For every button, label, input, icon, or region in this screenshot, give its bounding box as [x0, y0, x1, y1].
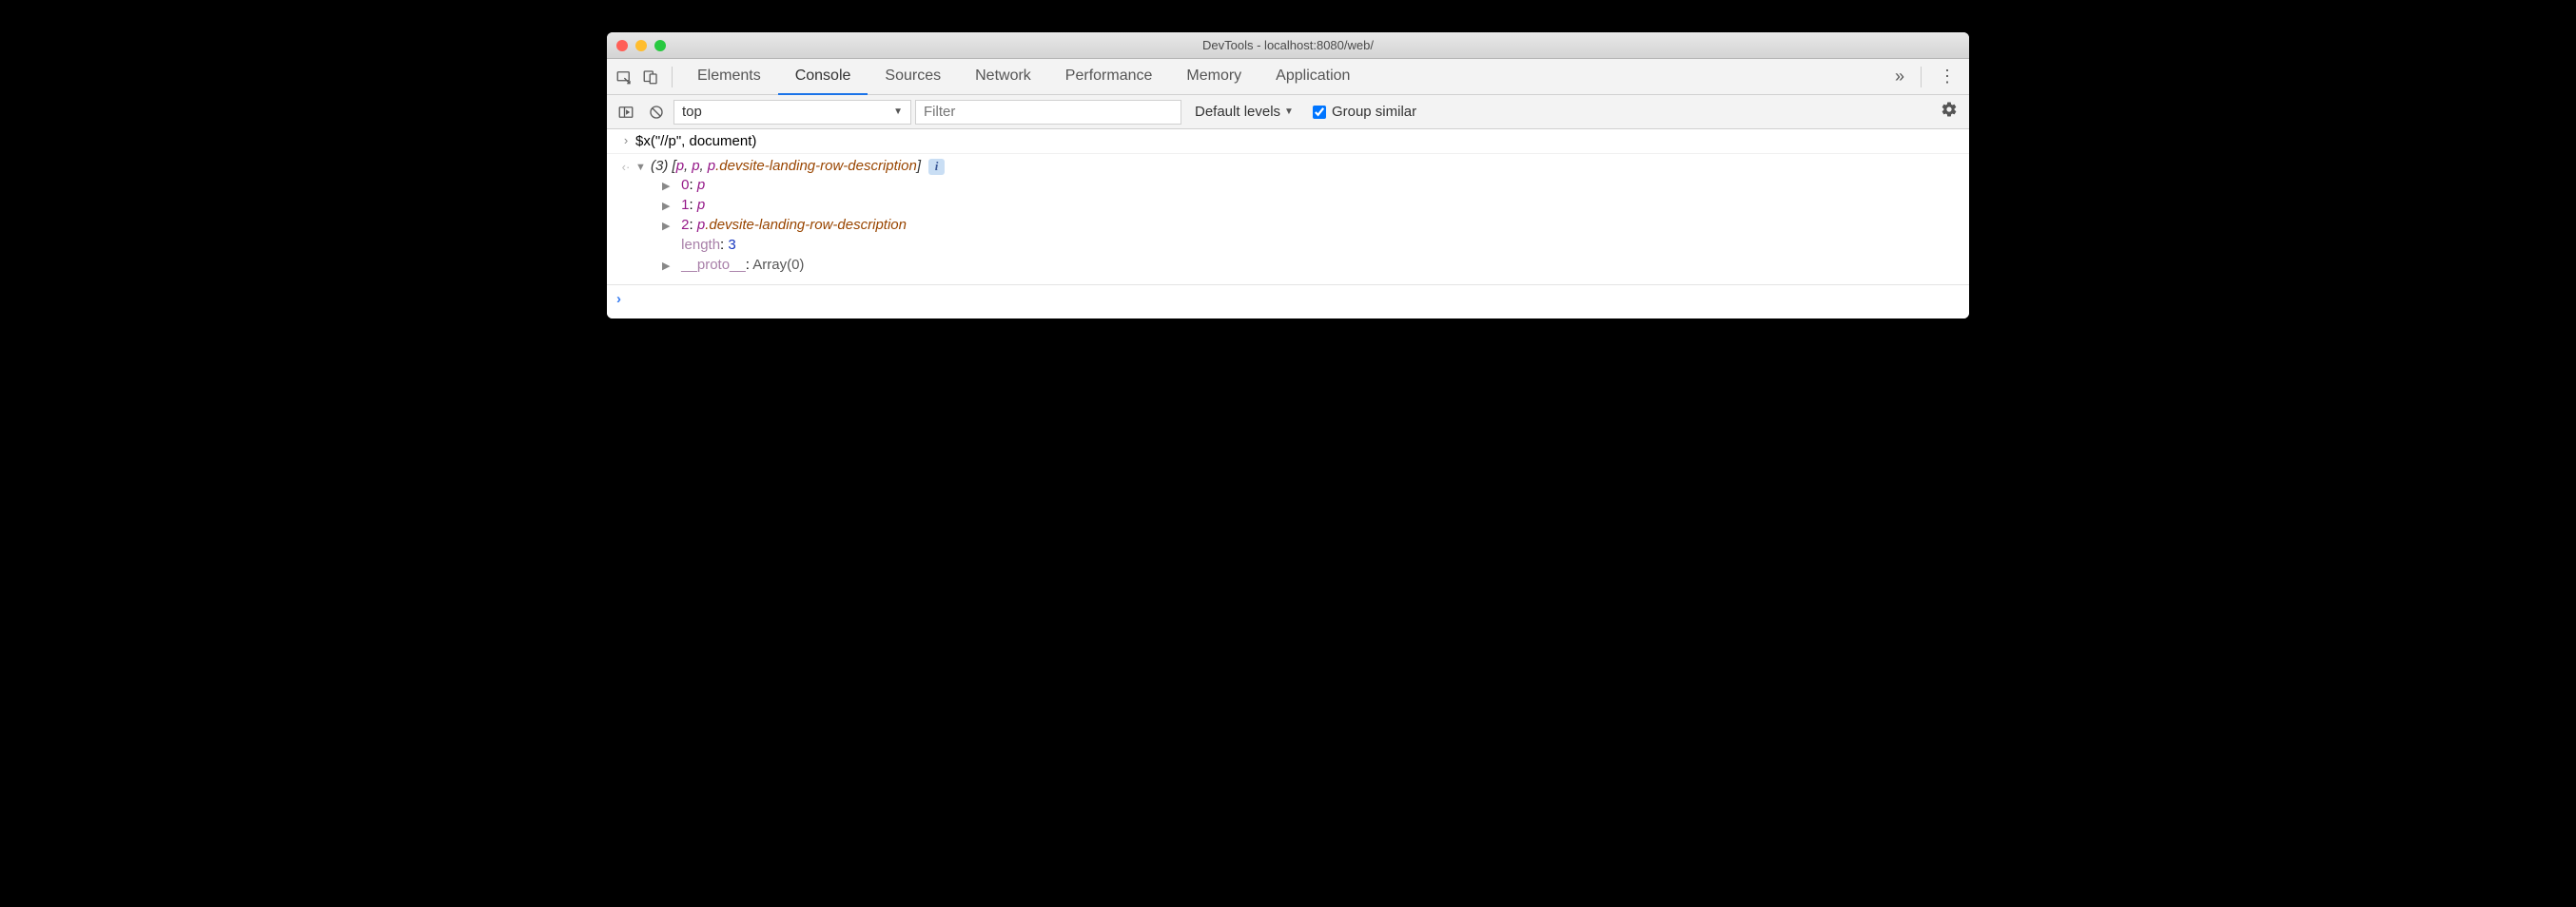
- entry-tag: p: [697, 177, 705, 193]
- tab-sources[interactable]: Sources: [868, 59, 958, 95]
- array-item[interactable]: p: [708, 158, 715, 174]
- group-similar-label: Group similar: [1332, 104, 1416, 120]
- result-preview[interactable]: ▼ (3) [ p, p, p.devsite-landing-row-desc…: [635, 158, 1960, 175]
- context-select[interactable]: top ▼: [673, 100, 911, 125]
- expand-toggle[interactable]: ▶: [662, 180, 673, 192]
- maximize-button[interactable]: [654, 40, 666, 51]
- result-proto[interactable]: ▶ __proto__: Array(0): [616, 255, 1960, 275]
- context-value: top: [682, 104, 702, 120]
- result-entry[interactable]: ▶ 2: p.devsite-landing-row-description: [616, 215, 1960, 235]
- result-length: ▶ length: 3: [616, 235, 1960, 255]
- proto-key: __proto__: [681, 257, 746, 273]
- minimize-button[interactable]: [635, 40, 647, 51]
- tab-elements[interactable]: Elements: [680, 59, 778, 95]
- group-similar-checkbox[interactable]: [1313, 106, 1326, 119]
- prompt-icon: ›: [616, 291, 621, 307]
- output-marker-icon: ‹·: [616, 158, 635, 175]
- tab-memory[interactable]: Memory: [1169, 59, 1259, 95]
- entry-index: 1: [681, 197, 689, 213]
- entry-tag: p: [697, 217, 705, 233]
- tab-application[interactable]: Application: [1259, 59, 1367, 95]
- length-value: 3: [728, 237, 735, 253]
- inspect-icon[interactable]: [611, 64, 637, 90]
- result-entry[interactable]: ▶ 1: p: [616, 195, 1960, 215]
- expand-toggle[interactable]: ▶: [662, 220, 673, 232]
- array-item-class[interactable]: .devsite-landing-row-description: [715, 158, 917, 174]
- log-levels-select[interactable]: Default levels ▼: [1185, 104, 1303, 120]
- command-text[interactable]: $x("//p", document): [635, 133, 1960, 149]
- titlebar: DevTools - localhost:8080/web/: [607, 32, 1969, 59]
- info-icon[interactable]: i: [928, 159, 945, 175]
- console-prompt[interactable]: ›: [607, 285, 1969, 318]
- input-marker-icon: ›: [616, 133, 635, 149]
- close-button[interactable]: [616, 40, 628, 51]
- result-entry[interactable]: ▶ 0: p: [616, 175, 1960, 195]
- tab-performance[interactable]: Performance: [1048, 59, 1170, 95]
- more-menu-icon[interactable]: ⋮: [1929, 67, 1965, 87]
- filter-input[interactable]: [915, 100, 1181, 125]
- entry-class: .devsite-landing-row-description: [705, 217, 907, 233]
- device-mode-icon[interactable]: [637, 64, 664, 90]
- entry-index: 2: [681, 217, 689, 233]
- tab-network[interactable]: Network: [958, 59, 1048, 95]
- clear-console-icon[interactable]: [643, 99, 670, 125]
- separator: [672, 67, 673, 87]
- tabs-overflow[interactable]: »: [1883, 67, 1913, 87]
- console-input-line: › $x("//p", document): [607, 129, 1969, 154]
- entry-tag: p: [697, 197, 705, 213]
- close-bracket: ]: [917, 158, 921, 174]
- expand-toggle[interactable]: ▶: [662, 260, 673, 272]
- sidebar-toggle-icon[interactable]: [613, 99, 639, 125]
- tab-console[interactable]: Console: [778, 59, 868, 95]
- tab-strip: Elements Console Sources Network Perform…: [680, 59, 1883, 95]
- console-output-line: ‹· ▼ (3) [ p, p, p.devsite-landing-row-d…: [607, 154, 1969, 285]
- window-title: DevTools - localhost:8080/web/: [607, 38, 1969, 52]
- collapse-toggle[interactable]: ▼: [635, 162, 647, 173]
- chevron-down-icon: ▼: [893, 106, 903, 117]
- expand-toggle[interactable]: ▶: [662, 200, 673, 212]
- proto-value: Array(0): [752, 257, 804, 273]
- chevron-down-icon: ▼: [1284, 106, 1294, 117]
- array-item[interactable]: p: [676, 158, 684, 174]
- entry-index: 0: [681, 177, 689, 193]
- levels-label: Default levels: [1195, 104, 1280, 120]
- devtools-window: DevTools - localhost:8080/web/ Elements …: [607, 32, 1969, 318]
- array-item[interactable]: p: [692, 158, 699, 174]
- separator: [1921, 67, 1922, 87]
- tabs-bar: Elements Console Sources Network Perform…: [607, 59, 1969, 95]
- length-key: length: [681, 237, 720, 253]
- console-toolbar: top ▼ Default levels ▼ Group similar: [607, 95, 1969, 129]
- array-count: (3): [651, 158, 668, 174]
- console-output: › $x("//p", document) ‹· ▼ (3) [ p, p, p…: [607, 129, 1969, 318]
- group-similar-toggle[interactable]: Group similar: [1307, 104, 1416, 120]
- traffic-lights: [607, 40, 666, 51]
- settings-icon[interactable]: [1935, 101, 1963, 123]
